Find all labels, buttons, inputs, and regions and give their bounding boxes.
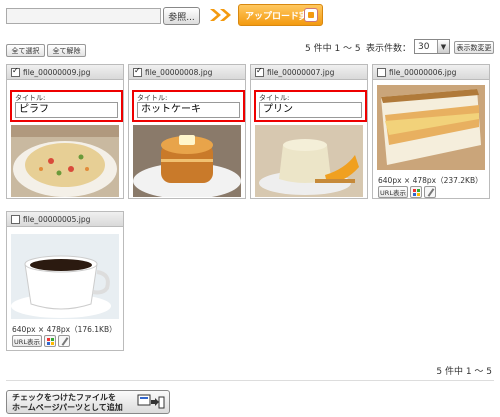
select-all-button[interactable]: 全て選択 [6, 44, 45, 57]
perpage-value: 30 [418, 41, 430, 52]
result-count: 5 件中 1 ～ 5 [305, 44, 361, 54]
add-as-parts-button[interactable]: チェックをつけたファイルを ホームページパーツとして追加 [6, 390, 170, 414]
divider [6, 380, 494, 381]
file-card: file_00000008.jpg タイトル: ホットケーキ [128, 64, 246, 199]
photo-thumbnail[interactable] [11, 234, 119, 319]
card-header: file_00000008.jpg [129, 65, 245, 80]
file-path-input[interactable] [6, 8, 161, 24]
file-card: file_00000009.jpg タイトル: ピラフ [6, 64, 124, 199]
file-name: file_00000008.jpg [145, 67, 213, 77]
file-checkbox[interactable] [377, 67, 386, 77]
parts-icon[interactable] [44, 335, 56, 347]
card-header: file_00000007.jpg [251, 65, 367, 80]
title-field-group: タイトル: ピラフ [10, 90, 123, 122]
perpage-change-button[interactable]: 表示数変更 [454, 41, 494, 54]
add-parts-icon [137, 394, 165, 409]
card-header: file_00000006.jpg [373, 65, 489, 80]
file-name: file_00000007.jpg [267, 67, 335, 77]
file-card: file_00000005.jpg 640px × 478px（176.1KB）… [6, 211, 124, 351]
file-card: file_00000007.jpg タイトル: プリン [250, 64, 368, 199]
deselect-all-button[interactable]: 全て解除 [47, 44, 86, 57]
photo-thumbnail[interactable] [255, 125, 363, 197]
photo-thumbnail[interactable] [133, 125, 241, 197]
title-field-group: タイトル: プリン [254, 90, 367, 122]
file-meta: 640px × 478px（237.2KB） [378, 176, 483, 185]
title-input[interactable]: ホットケーキ [137, 102, 240, 118]
upload-button[interactable]: アップロード実行 [238, 4, 323, 26]
card-header: file_00000005.jpg [7, 212, 123, 227]
perpage-select[interactable]: 30 ▼ [414, 39, 450, 54]
parts-icon[interactable] [410, 186, 422, 198]
title-input[interactable]: ピラフ [15, 102, 118, 118]
title-input[interactable]: プリン [259, 102, 362, 118]
card-header: file_00000009.jpg [7, 65, 123, 80]
title-field-group: タイトル: ホットケーキ [132, 90, 245, 122]
photo-thumbnail[interactable] [377, 85, 485, 170]
chevron-down-icon: ▼ [437, 40, 449, 53]
footer-result-count: 5 件中 1 ～ 5 [436, 367, 492, 377]
file-checkbox[interactable] [133, 66, 142, 77]
card-tools: URL表示 [12, 335, 70, 347]
file-card: file_00000006.jpg 640px × 478px（237.2KB）… [372, 64, 490, 199]
perpage-label: 表示件数： [366, 44, 412, 54]
file-meta: 640px × 478px（176.1KB） [12, 325, 117, 334]
browse-button[interactable]: 参照... [163, 7, 200, 25]
arrow-right-icon [210, 9, 231, 21]
card-tools: URL表示 [378, 186, 436, 198]
pencil-icon[interactable] [58, 335, 70, 347]
upload-icon [304, 8, 318, 22]
file-name: file_00000006.jpg [389, 67, 457, 77]
file-name: file_00000005.jpg [23, 214, 91, 224]
file-checkbox[interactable] [11, 214, 20, 224]
url-button[interactable]: URL表示 [378, 186, 408, 198]
file-checkbox[interactable] [11, 66, 20, 77]
file-checkbox[interactable] [255, 66, 264, 77]
file-name: file_00000009.jpg [23, 67, 91, 77]
url-button[interactable]: URL表示 [12, 335, 42, 347]
pencil-icon[interactable] [424, 186, 436, 198]
photo-thumbnail[interactable] [11, 125, 119, 197]
